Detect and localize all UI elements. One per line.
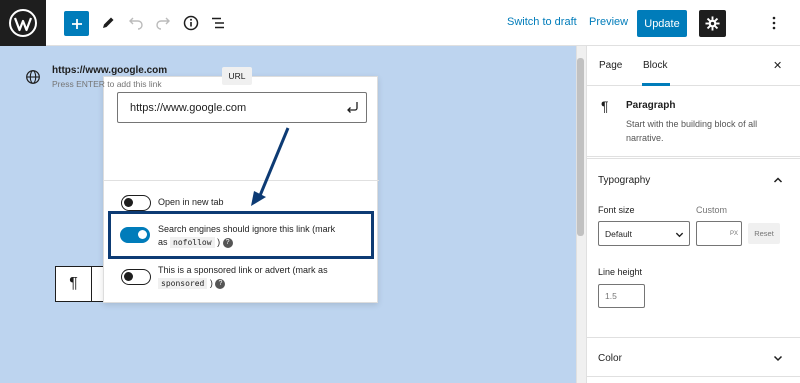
line-height-label: Line height	[598, 267, 643, 277]
sponsored-toggle[interactable]	[121, 269, 151, 285]
new-tab-label: Open in new tab	[158, 197, 224, 207]
chevron-down-icon[interactable]	[773, 353, 783, 363]
globe-icon	[26, 70, 40, 84]
line-height-input[interactable]: 1.5	[598, 284, 645, 308]
custom-label: Custom	[696, 205, 728, 215]
block-description: Start with the building block of all nar…	[626, 119, 758, 143]
suggestion-title: https://www.google.com	[52, 65, 168, 76]
new-tab-toggle[interactable]	[121, 195, 151, 211]
divider	[586, 156, 800, 157]
settings-gear-button[interactable]	[699, 10, 726, 37]
update-button[interactable]: Update	[637, 10, 687, 37]
switch-to-draft-button[interactable]: Switch to draft	[507, 16, 577, 28]
chevron-up-icon[interactable]	[773, 175, 783, 185]
help-icon[interactable]: ?	[215, 278, 226, 289]
enter-submit-icon[interactable]	[344, 99, 360, 115]
add-block-button[interactable]	[64, 11, 89, 36]
redo-icon[interactable]	[151, 11, 175, 35]
url-type-badge: URL	[222, 67, 252, 85]
close-icon[interactable]: ✕	[773, 59, 782, 72]
typography-panel-title[interactable]: Typography	[598, 175, 650, 186]
pencil-tools-icon[interactable]	[96, 11, 120, 35]
reset-button[interactable]: Reset	[748, 223, 780, 244]
annotation-highlight-box	[108, 211, 374, 259]
divider	[104, 180, 379, 181]
gear-icon	[705, 16, 720, 31]
sponsored-code: sponsored	[158, 278, 208, 289]
scrollbar-thumb[interactable]	[577, 58, 584, 236]
chevron-down-icon	[675, 232, 684, 238]
top-toolbar: Switch to draft Preview Update	[0, 0, 800, 46]
link-suggestion[interactable]	[104, 129, 379, 175]
px-unit-label: PX	[730, 231, 739, 237]
more-options-icon[interactable]	[764, 12, 784, 34]
font-size-label: Font size	[598, 205, 635, 215]
preview-button[interactable]: Preview	[589, 16, 628, 28]
wordpress-logo-icon[interactable]	[0, 0, 46, 46]
color-panel-title[interactable]: Color	[598, 353, 622, 364]
suggestion-subtitle: Press ENTER to add this link	[52, 79, 162, 89]
divider	[586, 337, 800, 338]
tab-page[interactable]: Page	[599, 60, 622, 71]
divider	[586, 376, 800, 377]
sidebar-tabs: Page Block ✕	[587, 46, 800, 86]
block-card: ¶ Paragraph Start with the building bloc…	[587, 86, 800, 159]
undo-icon[interactable]	[124, 11, 148, 35]
url-input[interactable]: https://www.google.com	[117, 92, 367, 123]
block-title: Paragraph	[626, 100, 676, 111]
paragraph-icon: ¶	[601, 98, 609, 114]
font-size-select[interactable]: Default	[598, 221, 690, 246]
paragraph-block-icon[interactable]: ¶	[56, 267, 92, 301]
list-view-icon[interactable]	[206, 11, 230, 35]
info-icon[interactable]	[179, 11, 203, 35]
sponsored-label: This is a sponsored link or advert (mark…	[158, 265, 328, 289]
tab-block[interactable]: Block	[643, 60, 667, 71]
